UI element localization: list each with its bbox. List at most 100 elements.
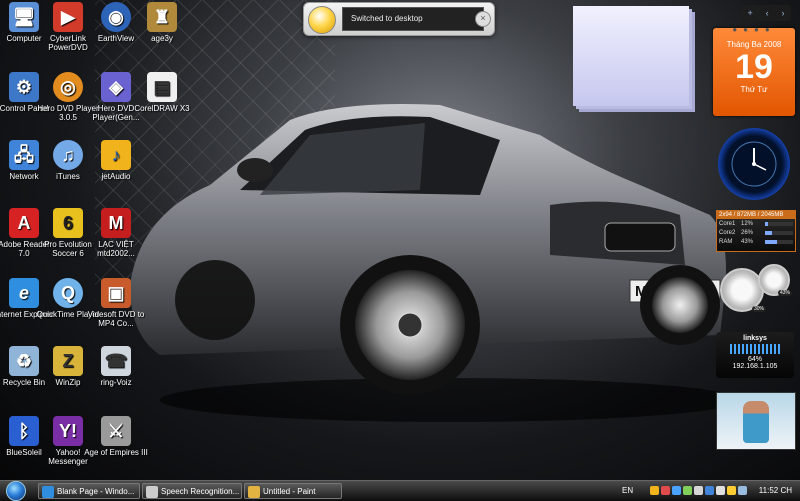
system-tray: EN 11:52 CH	[620, 481, 800, 501]
taskbar-item-speech-recognition[interactable]: Speech Recognition...	[142, 483, 242, 499]
desktop-icon-label: LẠC VIỆT mtd2002...	[97, 240, 135, 258]
desktop-icon-label: Age of Empires III	[84, 448, 148, 457]
network-ip: 192.168.1.105	[732, 363, 778, 370]
taskbar-item-label: Speech Recognition...	[161, 487, 240, 496]
bluesoleil-icon: ᛒ	[9, 416, 39, 446]
calendar-gadget[interactable]: ●●●● Tháng Ba 2008 19 Thứ Tư	[713, 25, 795, 116]
quicktime-icon: Q	[53, 278, 83, 308]
winzip-icon: Z	[53, 346, 83, 376]
tray-icon[interactable]	[661, 486, 670, 495]
desktop-icon-jetaudio[interactable]: ♪ jetAudio	[84, 140, 148, 181]
sidebar-controls: + ‹ ›	[741, 5, 791, 21]
cpu-meter-value: 43%	[741, 238, 754, 245]
tray-icon[interactable]	[705, 486, 714, 495]
tray-icon[interactable]	[672, 486, 681, 495]
windows-orb-icon	[6, 481, 26, 501]
speech-task-icon	[146, 486, 158, 498]
cpu-meter-row: Core1 12%	[717, 219, 795, 228]
cpu-meter-fill	[765, 230, 773, 235]
clock-face	[731, 141, 777, 187]
cpu-meter-label: Core2	[719, 229, 736, 236]
recycle-bin-icon: ♻	[9, 346, 39, 376]
tray-icon[interactable]	[650, 486, 659, 495]
desktop-icon-label: Videsoft DVD to MP4 Co...	[87, 310, 145, 328]
network-tray-icon[interactable]	[738, 486, 747, 495]
jetaudio-icon: ♪	[101, 140, 131, 170]
age-of-empires-icon: ⚔	[101, 416, 131, 446]
taskbar: Blank Page - Windo... Speech Recognition…	[0, 480, 800, 501]
memory-gauge[interactable]: 43%	[758, 264, 792, 296]
tray-icon[interactable]	[683, 486, 692, 495]
cpu-gauge-value: 30%	[751, 306, 766, 312]
network-icon: 🖧	[9, 140, 39, 170]
cpu-meter-row: RAM 43%	[717, 237, 795, 246]
desktop-icon-label: jetAudio	[101, 172, 131, 181]
control-panel-icon: ⚙	[9, 72, 39, 102]
memory-gauge-value: 43%	[777, 290, 792, 296]
desktop-icon-age-of-empires[interactable]: ⚔ Age of Empires III	[84, 416, 148, 457]
internet-explorer-icon: e	[9, 278, 39, 308]
powerdvd-icon: ▶	[53, 2, 83, 32]
desktop-icon-coreldraw[interactable]: ▤ CorelDRAW X3	[130, 72, 194, 113]
clock-gadget[interactable]	[718, 128, 790, 200]
cpu-gauge[interactable]: 30%	[720, 268, 766, 312]
desktop-icon-ring-voiz[interactable]: ☎ ring-Voiz	[84, 346, 148, 387]
cpu-meter-bar	[765, 221, 793, 226]
desktop-icon-age3y[interactable]: ♜ age3y	[130, 2, 194, 43]
microphone-icon[interactable]	[308, 6, 336, 34]
network-signal-icon	[730, 344, 780, 354]
ring-voiz-icon: ☎	[101, 346, 131, 376]
notes-gadget[interactable]	[573, 6, 689, 106]
cpu-meter-value: 26%	[741, 229, 754, 236]
language-indicator[interactable]: EN	[622, 481, 633, 501]
cpu-meter-bar	[765, 239, 793, 244]
desktop-icon-label: age3y	[151, 34, 173, 43]
hero-dvd-icon: ◎	[53, 72, 83, 102]
add-gadget-button[interactable]: +	[747, 8, 752, 18]
speech-recognition-notification: Switched to desktop ×	[303, 2, 495, 36]
ie-task-icon	[42, 486, 54, 498]
close-icon[interactable]: ×	[475, 11, 491, 27]
tray-icons	[650, 486, 747, 496]
videosoft-icon: ▣	[101, 278, 131, 308]
taskbar-item-label: Untitled - Paint	[263, 487, 316, 496]
computer-icon: 🖥	[9, 2, 39, 32]
slideshow-gadget[interactable]	[716, 392, 796, 450]
cpu-meter-gadget[interactable]: 2x94 / 872MB / 2045MB Core1 12% Core2 26…	[716, 210, 796, 252]
itunes-icon: ♫	[53, 140, 83, 170]
desktop-icon-label: CorelDRAW X3	[134, 104, 190, 113]
notification-message: Switched to desktop	[342, 7, 484, 31]
taskbar-item-label: Blank Page - Windo...	[57, 487, 135, 496]
start-button[interactable]	[2, 481, 30, 501]
next-button[interactable]: ›	[782, 8, 785, 18]
tray-icon[interactable]	[716, 486, 725, 495]
cpu-meter-header: 2x94 / 872MB / 2045MB	[717, 211, 795, 219]
desktop-icon-lacviet[interactable]: M LẠC VIỆT mtd2002...	[84, 208, 148, 258]
adobe-reader-icon: A	[9, 208, 39, 238]
pes6-icon: 6	[53, 208, 83, 238]
network-signal: 64%	[747, 356, 762, 363]
desktop-icon-videosoft[interactable]: ▣ Videsoft DVD to MP4 Co...	[84, 278, 148, 328]
cpu-meter-row: Core2 26%	[717, 228, 795, 237]
desktop-icon-label: ring-Voiz	[100, 378, 132, 387]
volume-icon[interactable]	[727, 486, 736, 495]
network-name: linksys	[743, 335, 767, 342]
tray-icon[interactable]	[694, 486, 703, 495]
network-gadget[interactable]: linksys 64% 192.168.1.105	[716, 332, 794, 378]
cpu-meter-value: 12%	[741, 220, 754, 227]
calendar-rings: ●●●●	[732, 25, 776, 34]
paint-task-icon	[248, 486, 260, 498]
lacviet-icon: M	[101, 208, 131, 238]
previous-button[interactable]: ‹	[766, 8, 769, 18]
cpu-meter-fill	[765, 221, 769, 226]
taskbar-item-paint[interactable]: Untitled - Paint	[244, 483, 342, 499]
coreldraw-icon: ▤	[147, 72, 177, 102]
taskbar-item-blank-page[interactable]: Blank Page - Windo...	[38, 483, 140, 499]
calendar-weekday: Thứ Tư	[740, 85, 768, 94]
wallpaper-car: M KW 40	[130, 104, 740, 422]
cpu-meter-bar	[765, 230, 793, 235]
cpu-meter-fill	[765, 239, 778, 244]
slideshow-photo	[743, 401, 769, 443]
cpu-meter-label: Core1	[719, 220, 736, 227]
clock-time[interactable]: 11:52 CH	[759, 481, 792, 501]
